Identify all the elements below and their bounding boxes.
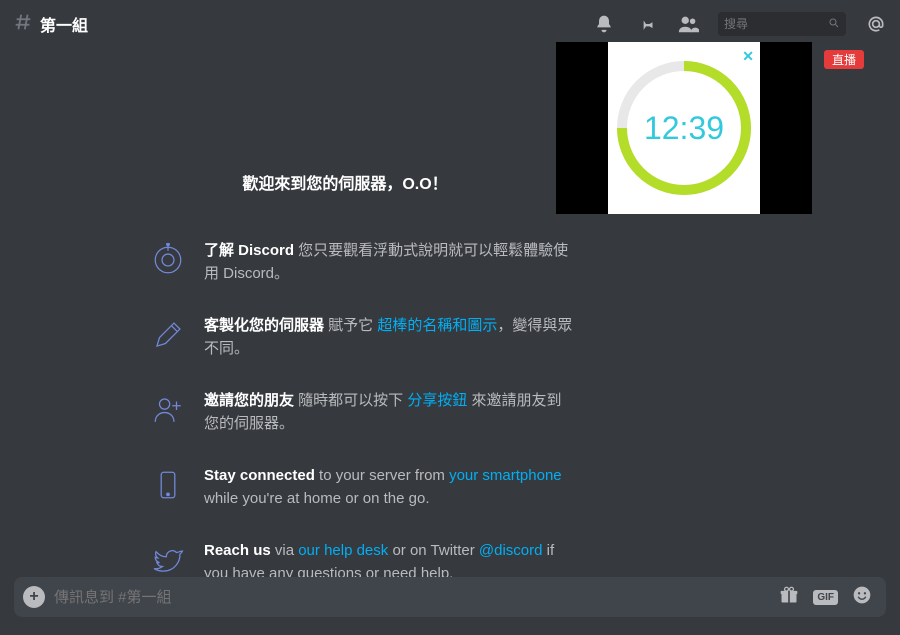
welcome-step-link[interactable]: your smartphone — [449, 467, 562, 484]
message-input[interactable] — [54, 589, 779, 606]
welcome-steps-list: 了解 Discord 您只要觀看浮動式說明就可以輕鬆體驗使用 Discord。 … — [0, 240, 690, 585]
timer-ring: 12:39 — [614, 58, 754, 198]
exclamation-circle-icon — [148, 240, 188, 280]
pin-icon[interactable] — [634, 12, 658, 36]
members-icon[interactable] — [676, 12, 700, 36]
attach-button[interactable]: + — [14, 577, 54, 617]
pip-close-icon[interactable]: ✕ — [742, 48, 754, 65]
emoji-icon[interactable] — [852, 585, 872, 610]
channel-header: 第一組 — [0, 0, 900, 48]
welcome-step: 了解 Discord 您只要觀看浮動式說明就可以輕鬆體驗使用 Discord。 — [148, 240, 690, 285]
welcome-step-link[interactable]: 超棒的名稱和圖示 — [377, 317, 497, 334]
welcome-step-link[interactable]: our help desk — [298, 542, 388, 559]
gif-button[interactable]: GIF — [813, 590, 838, 605]
welcome-step-text: 了解 Discord 您只要觀看浮動式說明就可以輕鬆體驗使用 Discord。 — [204, 240, 574, 285]
pip-content: 12:39 ✕ — [608, 42, 760, 214]
welcome-step-text: 邀請您的朋友 隨時都可以按下 分享按鈕 來邀請朋友到您的伺服器。 — [204, 390, 574, 435]
hash-icon — [12, 11, 34, 38]
message-composer: + GIF — [14, 577, 886, 617]
gift-icon[interactable] — [779, 585, 799, 610]
search-input[interactable] — [724, 17, 824, 31]
welcome-step: 邀請您的朋友 隨時都可以按下 分享按鈕 來邀請朋友到您的伺服器。 — [148, 390, 690, 435]
welcome-step-link[interactable]: 分享按鈕 — [407, 392, 467, 409]
pencil-icon — [148, 315, 188, 355]
channel-name: 第一組 — [40, 12, 88, 36]
welcome-step-text: 客製化您的伺服器 賦予它 超棒的名稱和圖示，變得與眾不同。 — [204, 315, 574, 360]
welcome-step: Stay connected to your server from your … — [148, 465, 690, 510]
welcome-step-text: Stay connected to your server from your … — [204, 465, 574, 510]
welcome-step-link[interactable]: @discord — [479, 542, 543, 559]
phone-icon — [148, 465, 188, 505]
search-box[interactable] — [718, 12, 846, 36]
timer-value: 12:39 — [614, 58, 754, 198]
search-icon — [828, 17, 840, 32]
live-badge: 直播 — [824, 50, 864, 69]
pip-video-overlay[interactable]: 12:39 ✕ — [556, 42, 812, 214]
plus-icon: + — [23, 586, 45, 608]
composer-icons: GIF — [779, 585, 886, 610]
invite-user-icon — [148, 390, 188, 430]
welcome-step: 客製化您的伺服器 賦予它 超棒的名稱和圖示，變得與眾不同。 — [148, 315, 690, 360]
twitter-icon — [148, 540, 188, 580]
notification-bell-icon[interactable] — [592, 12, 616, 36]
mentions-icon[interactable] — [864, 12, 888, 36]
